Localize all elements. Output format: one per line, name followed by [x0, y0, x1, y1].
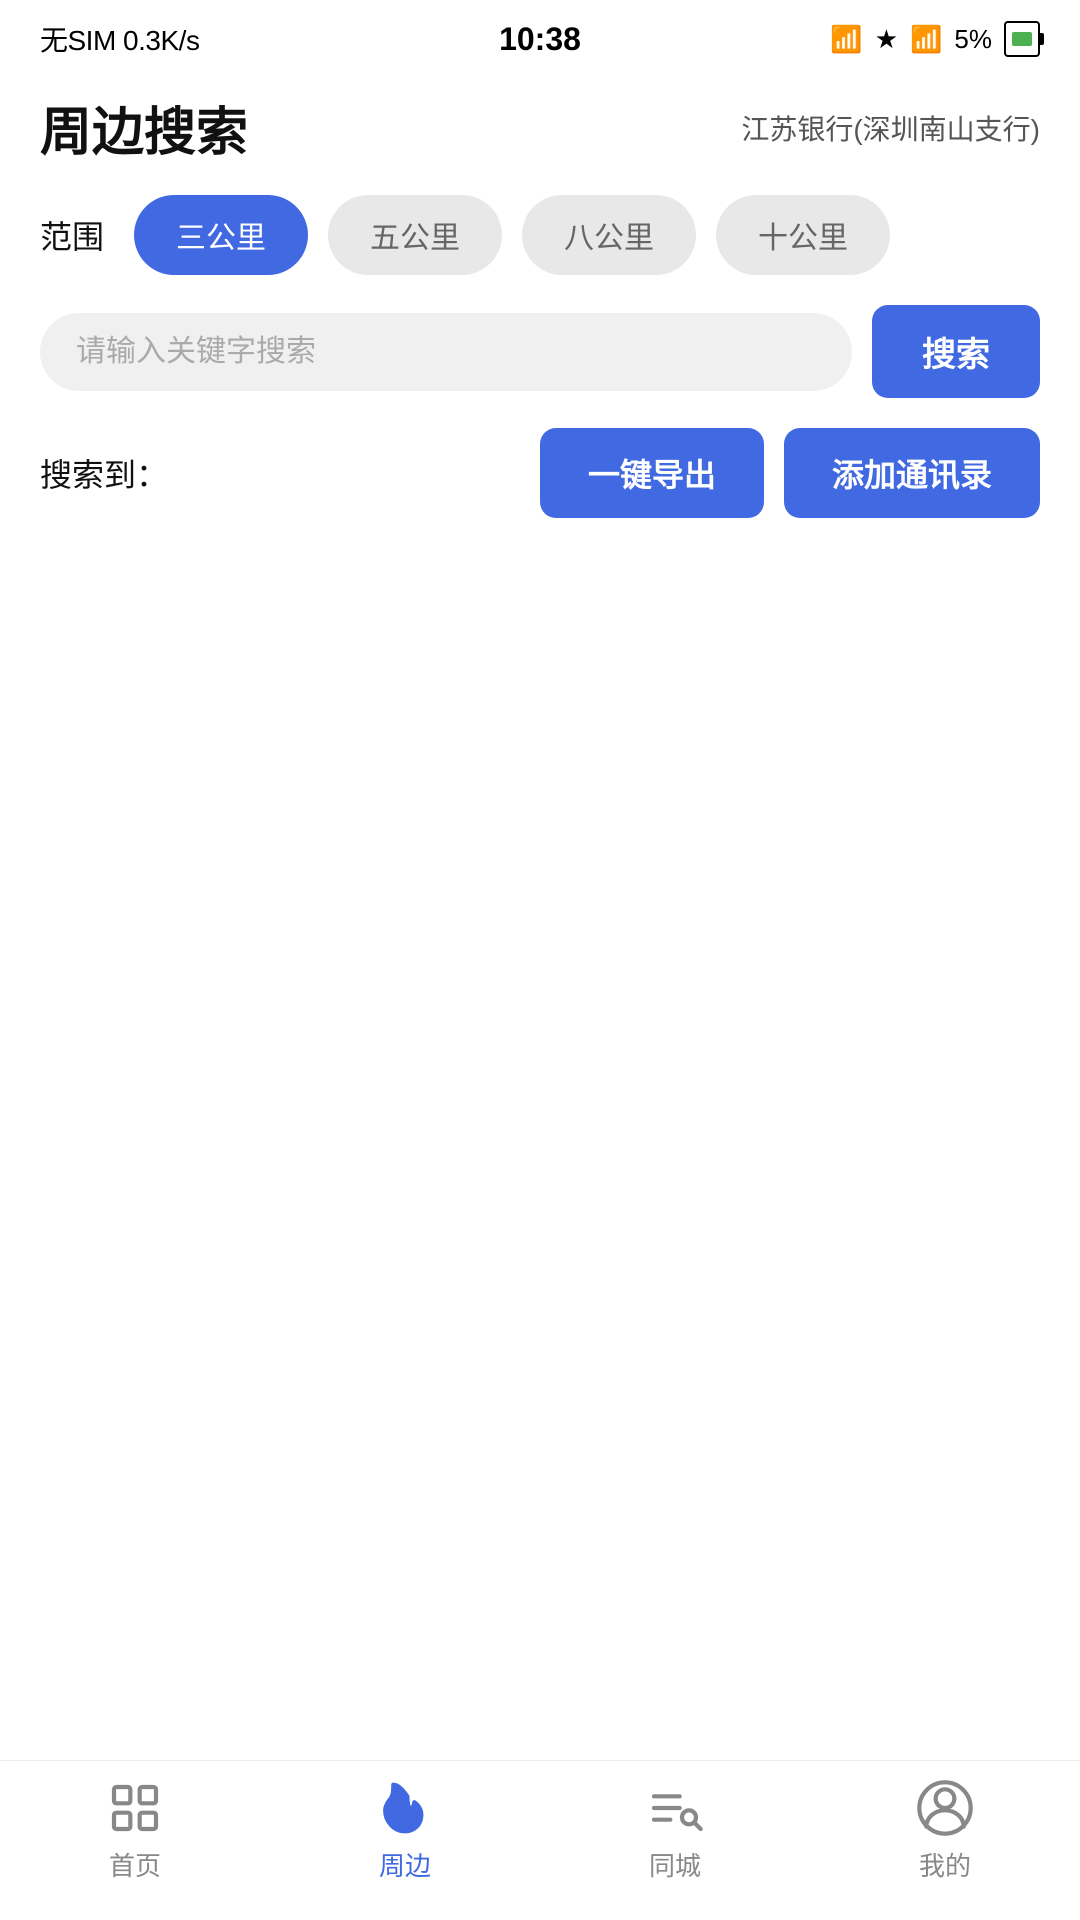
nav-label-city: 同城 [649, 1846, 701, 1883]
battery-label: 5% [954, 24, 992, 55]
signal-icon: ★ [875, 24, 898, 55]
status-bar: 无SIM 0.3K/s 10:38 📶 ★ 📶 5% [0, 0, 1080, 70]
nav-item-nearby[interactable]: 周边 [375, 1778, 435, 1883]
status-right: 📶 ★ 📶 5% [830, 21, 1040, 57]
status-left: 无SIM 0.3K/s [40, 19, 199, 59]
city-icon [645, 1778, 705, 1838]
nav-label-mine: 我的 [919, 1846, 971, 1883]
range-label: 范围 [40, 212, 104, 258]
result-label: 搜索到： [40, 450, 520, 496]
bottom-nav: 首页 周边 同城 [0, 1760, 1080, 1920]
page-title: 周边搜索 [40, 90, 248, 165]
search-input-wrap[interactable] [40, 313, 852, 391]
home-icon [105, 1778, 165, 1838]
bluetooth-icon: 📶 [830, 24, 862, 55]
range-btn-10km[interactable]: 十公里 [716, 195, 890, 275]
range-btn-3km[interactable]: 三公里 [134, 195, 308, 275]
battery-icon [1004, 21, 1040, 57]
content-area [0, 538, 1080, 1738]
result-row: 搜索到： 一键导出 添加通讯录 [0, 418, 1080, 538]
location-label: 江苏银行(深圳南山支行) [741, 108, 1040, 148]
search-button[interactable]: 搜索 [872, 305, 1040, 398]
nav-label-home: 首页 [109, 1846, 161, 1883]
add-contact-button[interactable]: 添加通讯录 [784, 428, 1040, 518]
export-button[interactable]: 一键导出 [540, 428, 764, 518]
range-btn-8km[interactable]: 八公里 [522, 195, 696, 275]
wifi-icon: 📶 [910, 24, 942, 55]
range-selector-row: 范围 三公里 五公里 八公里 十公里 [0, 185, 1080, 295]
nav-item-home[interactable]: 首页 [105, 1778, 165, 1883]
nearby-icon [375, 1778, 435, 1838]
header: 周边搜索 江苏银行(深圳南山支行) [0, 70, 1080, 185]
nav-item-mine[interactable]: 我的 [915, 1778, 975, 1883]
range-btn-5km[interactable]: 五公里 [328, 195, 502, 275]
nav-label-nearby: 周边 [379, 1846, 431, 1883]
status-time: 10:38 [499, 21, 581, 58]
nav-item-city[interactable]: 同城 [645, 1778, 705, 1883]
search-input[interactable] [76, 335, 816, 369]
mine-icon [915, 1778, 975, 1838]
search-row: 搜索 [0, 295, 1080, 418]
